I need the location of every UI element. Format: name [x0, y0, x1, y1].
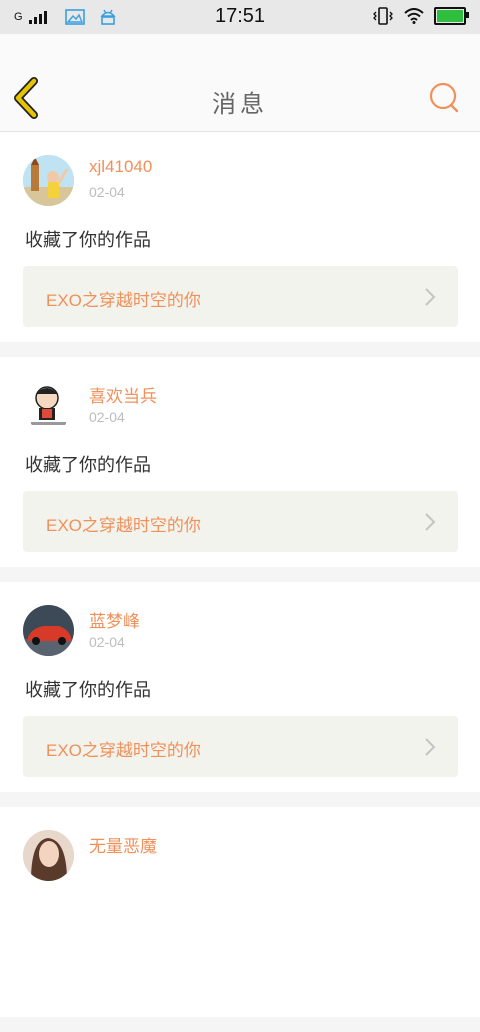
message-date: 02-04	[89, 184, 125, 200]
action-text: 收藏了你的作品	[25, 680, 151, 701]
message-card: xjl41040 02-04 收藏了你的作品 EXO之穿越时空的你	[0, 132, 480, 342]
message-card: 蓝梦峰 02-04 收藏了你的作品 EXO之穿越时空的你	[0, 582, 480, 792]
chevron-right-icon	[425, 513, 436, 531]
status-right	[372, 7, 469, 25]
page-title: 消息	[212, 90, 268, 118]
work-link[interactable]: EXO之穿越时空的你	[23, 266, 458, 327]
avatar[interactable]	[23, 830, 74, 881]
message-date: 02-04	[89, 634, 125, 650]
battery-icon	[434, 7, 469, 25]
avatar[interactable]	[23, 155, 74, 206]
username[interactable]: 无量恶魔	[89, 832, 157, 857]
message-card: 喜欢当兵 02-04 收藏了你的作品 EXO之穿越时空的你	[0, 357, 480, 567]
status-bar: G 17:51	[0, 0, 480, 34]
work-link[interactable]: EXO之穿越时空的你	[23, 716, 458, 777]
chevron-right-icon	[425, 288, 436, 306]
wifi-icon	[404, 8, 424, 24]
action-text: 收藏了你的作品	[25, 455, 151, 476]
username[interactable]: xjl41040	[89, 157, 152, 177]
work-title: EXO之穿越时空的你	[46, 741, 201, 760]
avatar[interactable]	[23, 380, 74, 431]
search-icon	[429, 82, 459, 113]
work-title: EXO之穿越时空的你	[46, 516, 201, 535]
avatar[interactable]	[23, 605, 74, 656]
username[interactable]: 蓝梦峰	[89, 607, 140, 632]
message-card: 无量恶魔	[0, 807, 480, 1017]
search-button[interactable]	[426, 80, 462, 116]
action-text: 收藏了你的作品	[25, 230, 151, 251]
work-link[interactable]: EXO之穿越时空的你	[23, 491, 458, 552]
chevron-right-icon	[425, 738, 436, 756]
message-list: xjl41040 02-04 收藏了你的作品 EXO之穿越时空的你 喜欢当兵 0…	[0, 132, 480, 1032]
message-date: 02-04	[89, 409, 125, 425]
work-title: EXO之穿越时空的你	[46, 291, 201, 310]
username[interactable]: 喜欢当兵	[89, 382, 157, 407]
app-header: 消息	[0, 34, 480, 132]
vibrate-icon	[373, 7, 393, 25]
